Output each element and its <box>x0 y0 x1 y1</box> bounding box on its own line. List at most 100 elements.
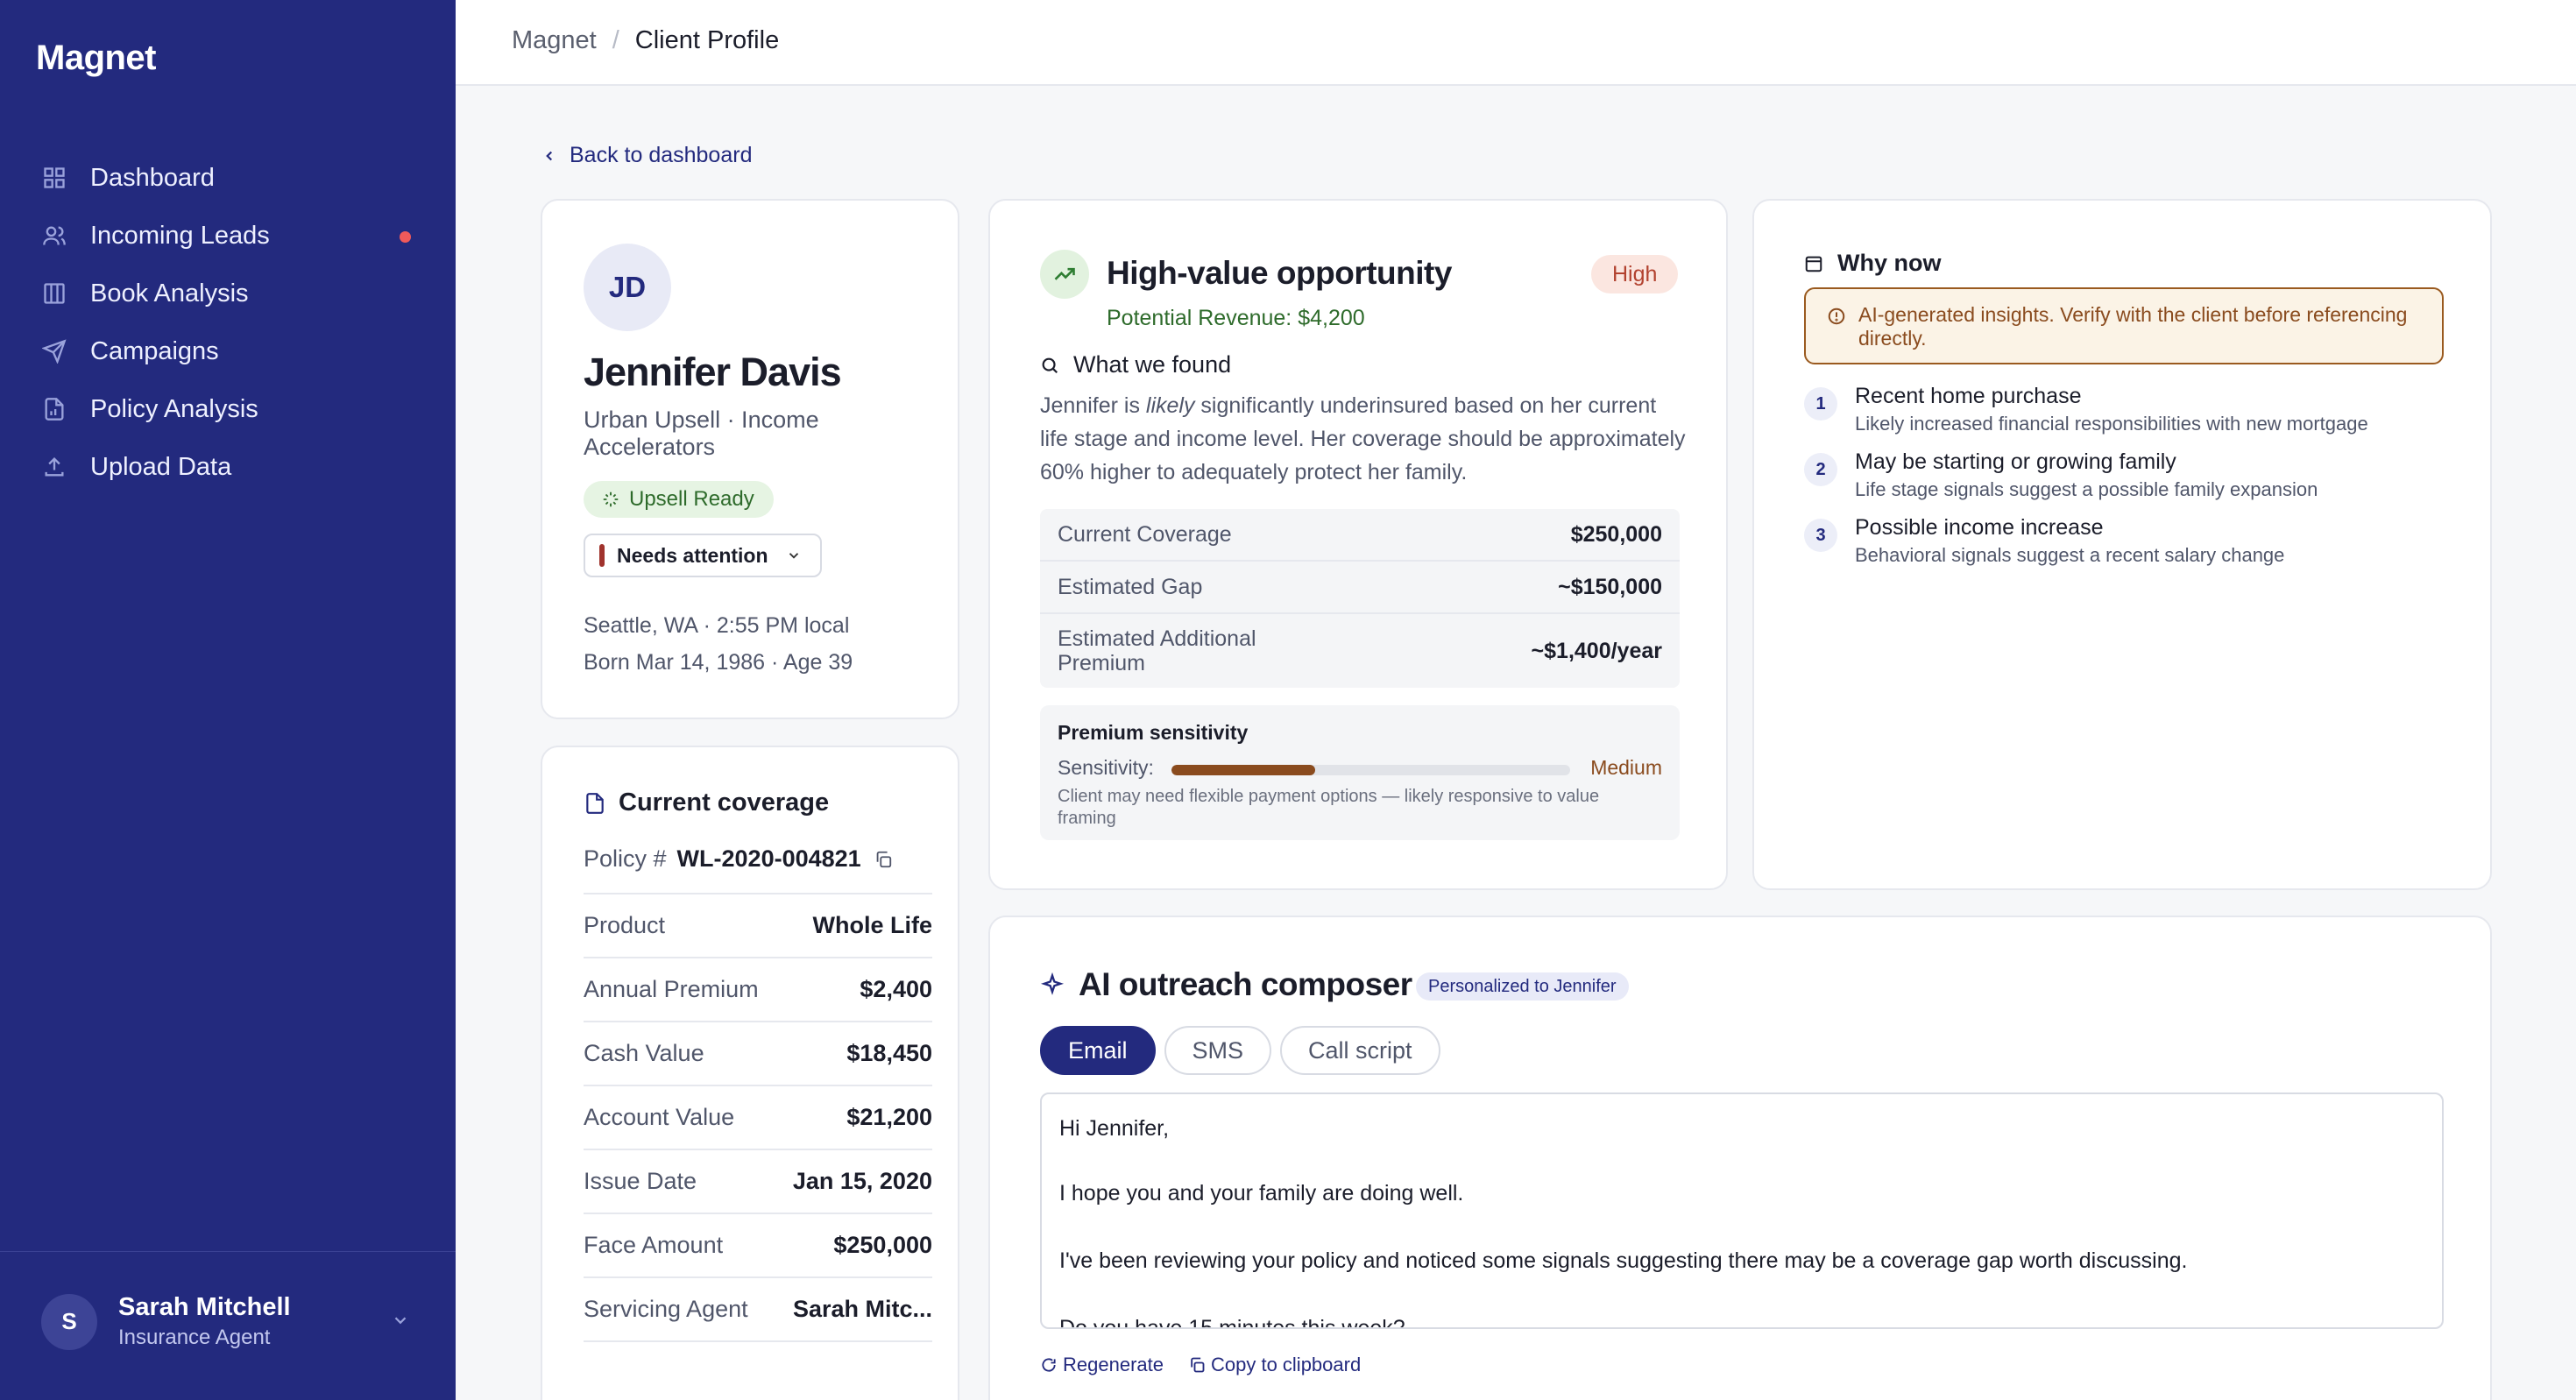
coverage-value: $18,450 <box>846 1040 932 1066</box>
draft-paragraph: I hope you and your family are doing wel… <box>1059 1181 1464 1206</box>
channel-tabs: Email SMS Call script <box>1040 1026 1449 1075</box>
breadcrumb-current: Client Profile <box>634 26 780 54</box>
why-now-heading: Why now <box>1804 250 1941 277</box>
client-birthdate: Born Mar 14, 1986 · Age 39 <box>584 650 853 675</box>
priority-badge: High <box>1591 255 1679 293</box>
list-item: 2 May be starting or growing family Life… <box>1804 449 2452 515</box>
breadcrumb-root[interactable]: Magnet <box>512 26 597 55</box>
calendar-icon <box>1805 256 1822 272</box>
regenerate-button[interactable]: Regenerate <box>1040 1354 1164 1376</box>
reason-number: 3 <box>1804 519 1837 552</box>
metric-key: Estimated Additional Premium <box>1058 626 1256 675</box>
message-draft-editor[interactable]: Hi Jennifer, I hope you and your family … <box>1040 1092 2444 1329</box>
draft-paragraph: I've been reviewing your policy and noti… <box>1059 1248 2188 1273</box>
user-name: Sarah Mitchell <box>118 1293 291 1321</box>
policy-value: WL-2020-004821 <box>676 845 861 872</box>
copy-to-clipboard-button[interactable]: Copy to clipboard <box>1188 1354 1361 1376</box>
sparkle-icon <box>1040 972 1065 995</box>
metric-row: Current Coverage $250,000 <box>1040 509 1680 562</box>
coverage-value: $2,400 <box>860 976 932 1002</box>
upsell-ready-badge: Upsell Ready <box>584 481 774 518</box>
personalized-badge: Personalized to Jennifer <box>1416 972 1629 1001</box>
reason-title: Possible income increase <box>1855 515 2104 540</box>
sidebar-nav: Dashboard Incoming Leads Book Analysis C… <box>0 149 456 496</box>
copy-icon[interactable] <box>874 850 893 869</box>
badge-label: Upsell Ready <box>629 487 754 511</box>
chevron-left-icon <box>546 151 553 160</box>
coverage-row: Account Value $21,200 <box>584 1086 932 1150</box>
ai-disclaimer-text: AI-generated insights. Verify with the c… <box>1858 303 2408 350</box>
send-icon <box>41 338 67 364</box>
coverage-value: $21,200 <box>846 1104 932 1130</box>
user-menu[interactable]: S Sarah Mitchell Insurance Agent <box>41 1293 291 1350</box>
file-chart-icon <box>41 396 67 422</box>
sidebar: Magnet Dashboard Incoming Leads Book Ana… <box>0 0 456 1400</box>
reason-number: 2 <box>1804 453 1837 486</box>
coverage-value: Sarah Mitc... <box>792 1296 932 1322</box>
grid-icon <box>41 165 67 191</box>
metric-value: ~$150,000 <box>1558 574 1662 599</box>
copy-icon <box>1191 1357 1205 1373</box>
sidebar-item-policy-analysis[interactable]: Policy Analysis <box>0 380 456 438</box>
policy-label: Policy # <box>584 845 667 872</box>
sidebar-item-label: Policy Analysis <box>90 394 258 423</box>
coverage-title: Current coverage <box>584 788 829 817</box>
back-link-label: Back to dashboard <box>570 143 753 167</box>
topbar: Magnet / Client Profile <box>456 0 2576 86</box>
sidebar-item-dashboard[interactable]: Dashboard <box>0 149 456 207</box>
trending-up-icon <box>1040 250 1089 299</box>
users-icon <box>41 223 67 249</box>
sparkle-icon <box>603 491 619 507</box>
sidebar-item-upload-data[interactable]: Upload Data <box>0 438 456 496</box>
policy-number: Policy # WL-2020-004821 <box>584 845 893 873</box>
notification-dot <box>400 231 411 243</box>
tab-email[interactable]: Email <box>1040 1026 1156 1075</box>
avatar: S <box>41 1293 97 1350</box>
coverage-key: Annual Premium <box>584 976 759 1002</box>
search-icon <box>1042 357 1058 373</box>
sensitivity-title: Premium sensitivity <box>1058 721 1249 744</box>
reason-detail: Likely increased financial responsibilit… <box>1855 413 2368 435</box>
client-segment: Urban Upsell · Income Accelerators <box>584 407 819 460</box>
premium-sensitivity: Premium sensitivity Sensitivity: Medium … <box>1040 705 1680 840</box>
sensitivity-value: Medium <box>1590 756 1662 779</box>
copy-label: Copy to clipboard <box>1210 1354 1362 1375</box>
composer-title: AI outreach composer <box>1079 966 1412 1002</box>
coverage-row: Issue Date Jan 15, 2020 <box>584 1150 932 1214</box>
back-to-dashboard-link[interactable]: Back to dashboard <box>541 143 752 168</box>
finding-text-pre: Jennifer is <box>1040 393 1146 418</box>
client-location: Seattle, WA · 2:55 PM local <box>584 613 850 638</box>
metric-row: Estimated Additional Premium ~$1,400/year <box>1040 614 1680 688</box>
draft-paragraph: Hi Jennifer, <box>1059 1116 1170 1141</box>
sensitivity-bar <box>1171 765 1570 775</box>
sidebar-item-book-analysis[interactable]: Book Analysis <box>0 265 456 322</box>
status-dropdown[interactable]: Needs attention <box>584 534 822 577</box>
composer-actions: Regenerate Copy to clipboard <box>1040 1354 1385 1376</box>
coverage-row: Annual Premium $2,400 <box>584 958 932 1022</box>
sidebar-item-incoming-leads[interactable]: Incoming Leads <box>0 207 456 265</box>
tab-sms[interactable]: SMS <box>1164 1026 1272 1075</box>
chevron-down-icon <box>789 553 798 559</box>
finding-text-emphasis: likely <box>1145 393 1195 418</box>
brand-logo[interactable]: Magnet <box>36 39 157 78</box>
coverage-value: Whole Life <box>812 912 933 938</box>
document-icon <box>586 792 604 814</box>
why-now-card: Why now AI-generated insights. Verify wi… <box>1752 199 2492 890</box>
chevron-down-icon[interactable] <box>391 1311 410 1334</box>
coverage-row: Product Whole Life <box>584 894 932 958</box>
ai-outreach-composer: AI outreach composer Personalized to Jen… <box>988 916 2492 1400</box>
finding-description: Jennifer is likely significantly underin… <box>1040 389 1688 489</box>
coverage-row: Cash Value $18,450 <box>584 1022 932 1086</box>
status-value: Needs attention <box>617 543 768 567</box>
metric-value: ~$1,400/year <box>1531 638 1662 663</box>
sensitivity-note: Client may need flexible payment options… <box>1058 787 1600 828</box>
tab-call-script[interactable]: Call script <box>1280 1026 1440 1075</box>
client-details: Seattle, WA · 2:55 PM local Born Mar 14,… <box>584 607 853 681</box>
sidebar-item-campaigns[interactable]: Campaigns <box>0 322 456 380</box>
coverage-key: Servicing Agent <box>584 1296 748 1322</box>
reason-detail: Life stage signals suggest a possible fa… <box>1855 478 2318 500</box>
coverage-key: Product <box>584 912 666 938</box>
draft-paragraph: Do you have 15 minutes this week? <box>1059 1316 1405 1329</box>
client-profile-card: JD Jennifer Davis Urban Upsell · Income … <box>541 199 959 719</box>
opportunity-card: High-value opportunity High Potential Re… <box>988 199 1728 890</box>
